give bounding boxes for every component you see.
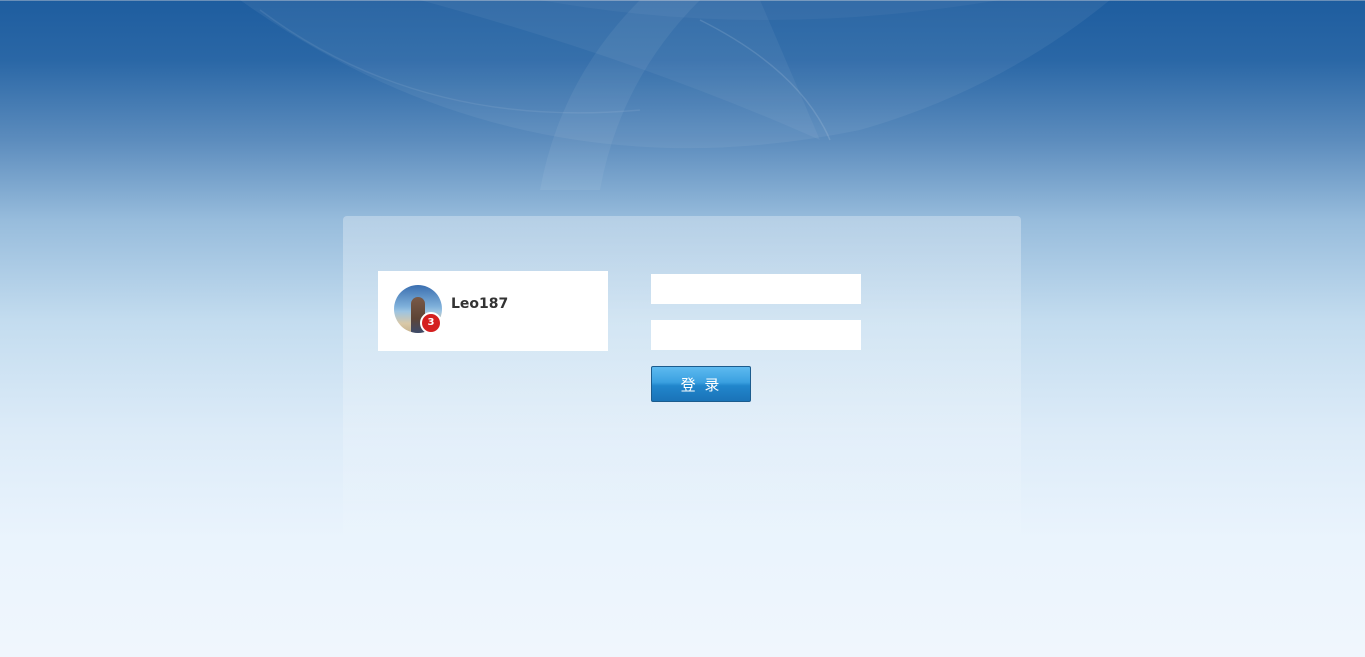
user-card[interactable]: 3 Leo187 (378, 271, 608, 351)
username-input[interactable] (651, 274, 861, 304)
login-button[interactable]: 登 录 (651, 366, 751, 402)
username-label: Leo187 (451, 296, 509, 312)
password-input[interactable] (651, 320, 861, 350)
notification-badge: 3 (420, 312, 442, 334)
login-page: 3 Leo187 登 录 (0, 0, 1365, 657)
